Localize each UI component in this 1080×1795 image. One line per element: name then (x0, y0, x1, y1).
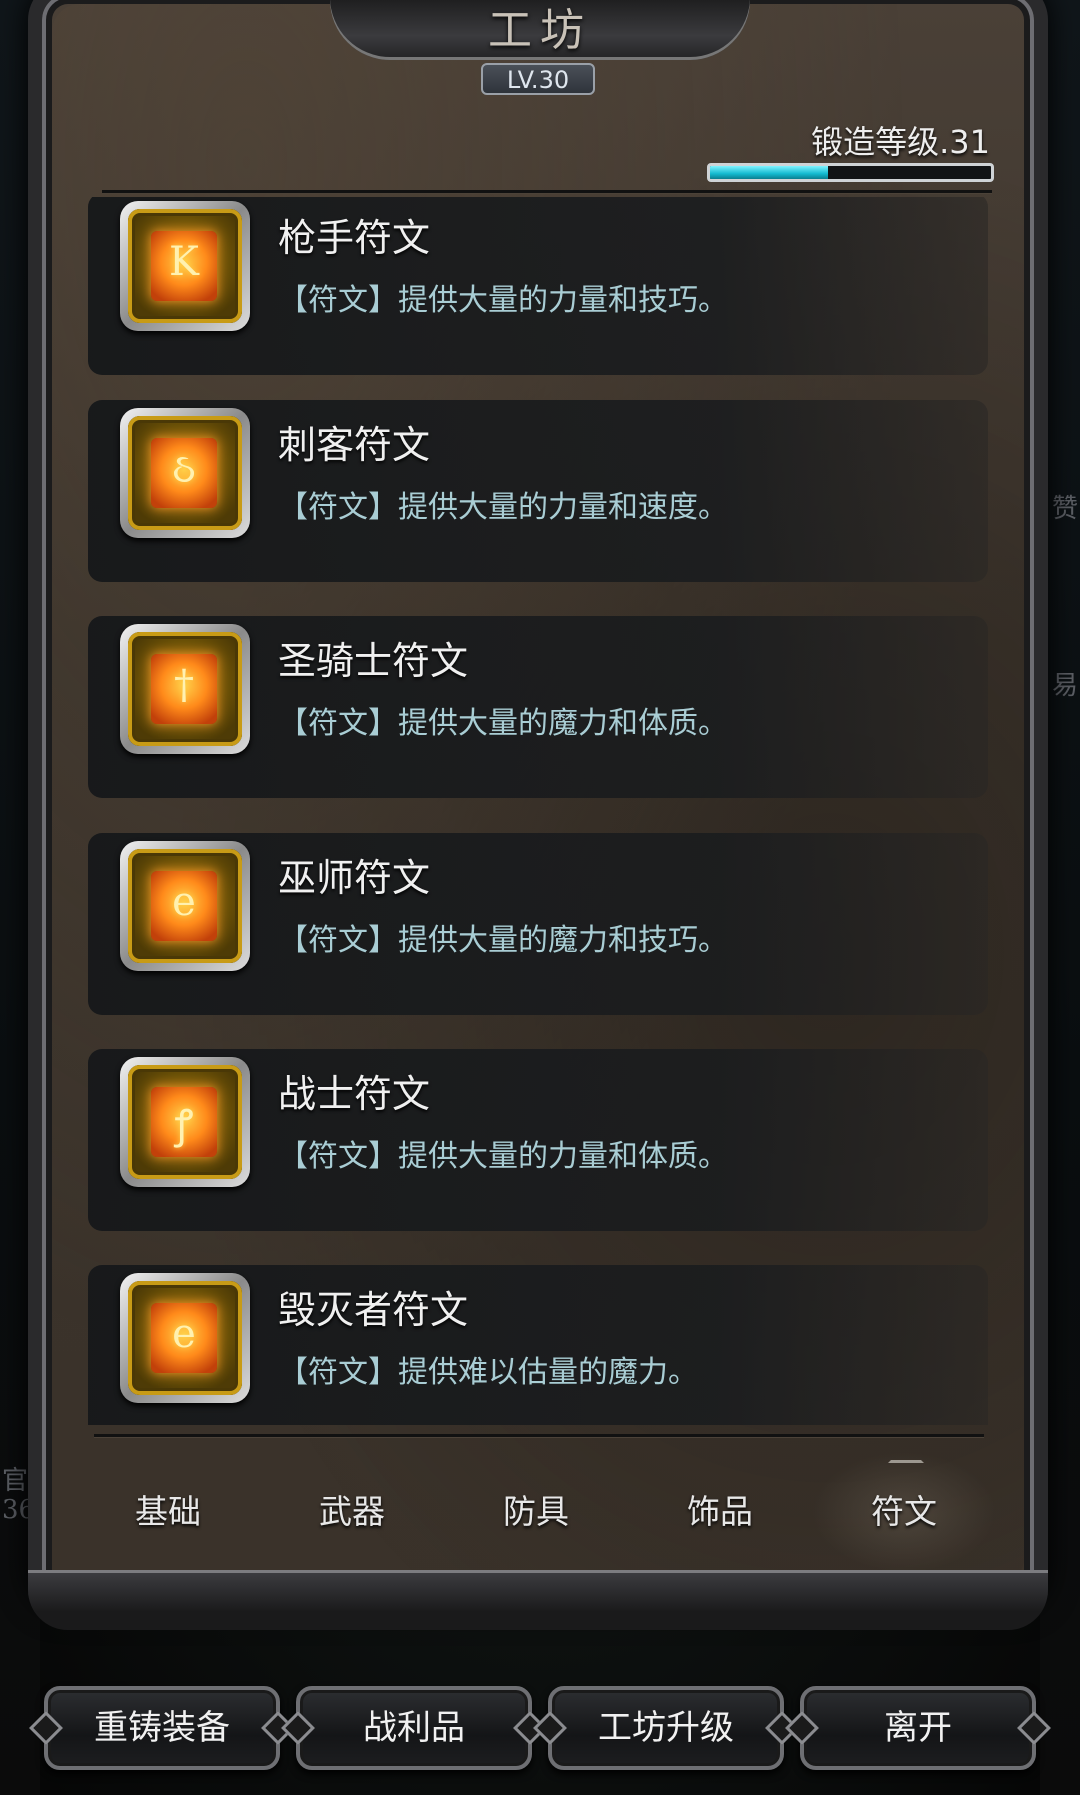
rune-name: 枪手符文 (278, 216, 431, 260)
background-side-text: 易 (1052, 671, 1079, 701)
tab-armor[interactable]: 防具 (444, 1452, 628, 1572)
rune-glyph: † (174, 662, 194, 708)
workshop-screen: 官 36 赞 易 工坊 LV.30 锻造等级.31 K 枪手符文 【符文】提供大… (0, 0, 1080, 1795)
flame-rune-icon: ઠ (151, 438, 217, 508)
forge-level-label: 锻造等级.31 (811, 123, 990, 161)
tab-weapons[interactable]: 武器 (260, 1452, 444, 1572)
list-bottom-divider (94, 1434, 984, 1437)
page-title: 工坊 (488, 5, 592, 56)
rune-glyph: ઠ (172, 446, 196, 492)
bottom-action-bar: 重铸装备 战利品 工坊升级 离开 (0, 1672, 1080, 1782)
tab-runes[interactable]: 符文 (812, 1452, 996, 1572)
rune-glyph: K (169, 239, 199, 285)
background-side-text: 官 (2, 1466, 29, 1496)
rune-description: 【符文】提供大量的力量和技巧。 (278, 283, 728, 318)
rune-name: 巫师符文 (278, 856, 431, 900)
list-item[interactable]: ꝭ 战士符文 【符文】提供大量的力量和体质。 (88, 1049, 988, 1231)
rune-description: 【符文】提供难以估量的魔力。 (278, 1355, 698, 1390)
rune-description: 【符文】提供大量的力量和体质。 (278, 1139, 728, 1174)
loot-button[interactable]: 战利品 (296, 1686, 532, 1770)
rune-glyph: e (172, 1311, 196, 1357)
rune-name: 刺客符文 (278, 423, 431, 467)
list-item[interactable]: e 巫师符文 【符文】提供大量的魔力和技巧。 (88, 833, 988, 1015)
rune-glyph: ꝭ (174, 1102, 194, 1148)
rune-description: 【符文】提供大量的魔力和技巧。 (278, 923, 728, 958)
rune-icon-frame: e (120, 1273, 250, 1403)
rune-icon-frame: K (120, 201, 250, 331)
forge-progress-bar (707, 163, 994, 182)
rune-icon-frame: ꝭ (120, 1057, 250, 1187)
list-item[interactable]: K 枪手符文 【符文】提供大量的力量和技巧。 (88, 197, 988, 375)
flame-rune-icon: † (151, 654, 217, 724)
list-item[interactable]: e 毁灭者符文 【符文】提供难以估量的魔力。 (88, 1265, 988, 1425)
forge-progress-fill (710, 166, 829, 179)
rune-name: 毁灭者符文 (278, 1288, 469, 1332)
list-item[interactable]: ઠ 刺客符文 【符文】提供大量的力量和速度。 (88, 400, 988, 582)
workshop-upgrade-button[interactable]: 工坊升级 (548, 1686, 784, 1770)
rune-icon-frame: ઠ (120, 408, 250, 538)
flame-rune-icon: K (151, 231, 217, 301)
rune-name: 战士符文 (278, 1072, 431, 1116)
rune-description: 【符文】提供大量的力量和速度。 (278, 490, 728, 525)
list-top-divider (102, 190, 992, 193)
flame-rune-icon: e (151, 871, 217, 941)
flame-rune-icon: e (151, 1303, 217, 1373)
category-tabs: 基础 武器 防具 饰品 符文 (76, 1452, 1000, 1572)
workshop-level-badge: LV.30 (481, 63, 595, 95)
panel-bottom-ornament (28, 1570, 1048, 1630)
leave-button[interactable]: 离开 (800, 1686, 1036, 1770)
rune-glyph: e (172, 879, 196, 925)
rune-description: 【符文】提供大量的魔力和体质。 (278, 706, 728, 741)
tab-accessories[interactable]: 饰品 (628, 1452, 812, 1572)
rune-icon-frame: † (120, 624, 250, 754)
list-item[interactable]: † 圣骑士符文 【符文】提供大量的魔力和体质。 (88, 616, 988, 798)
flame-rune-icon: ꝭ (151, 1087, 217, 1157)
background-side-text: 赞 (1052, 494, 1079, 524)
rune-icon-frame: e (120, 841, 250, 971)
rune-recipe-list[interactable]: K 枪手符文 【符文】提供大量的力量和技巧。 ઠ 刺客符文 【符文】提供大量的力… (88, 197, 988, 1425)
reforge-equipment-button[interactable]: 重铸装备 (44, 1686, 280, 1770)
active-tab-indicator-icon (888, 1446, 924, 1463)
rune-name: 圣骑士符文 (278, 639, 469, 683)
tab-basic[interactable]: 基础 (76, 1452, 260, 1572)
